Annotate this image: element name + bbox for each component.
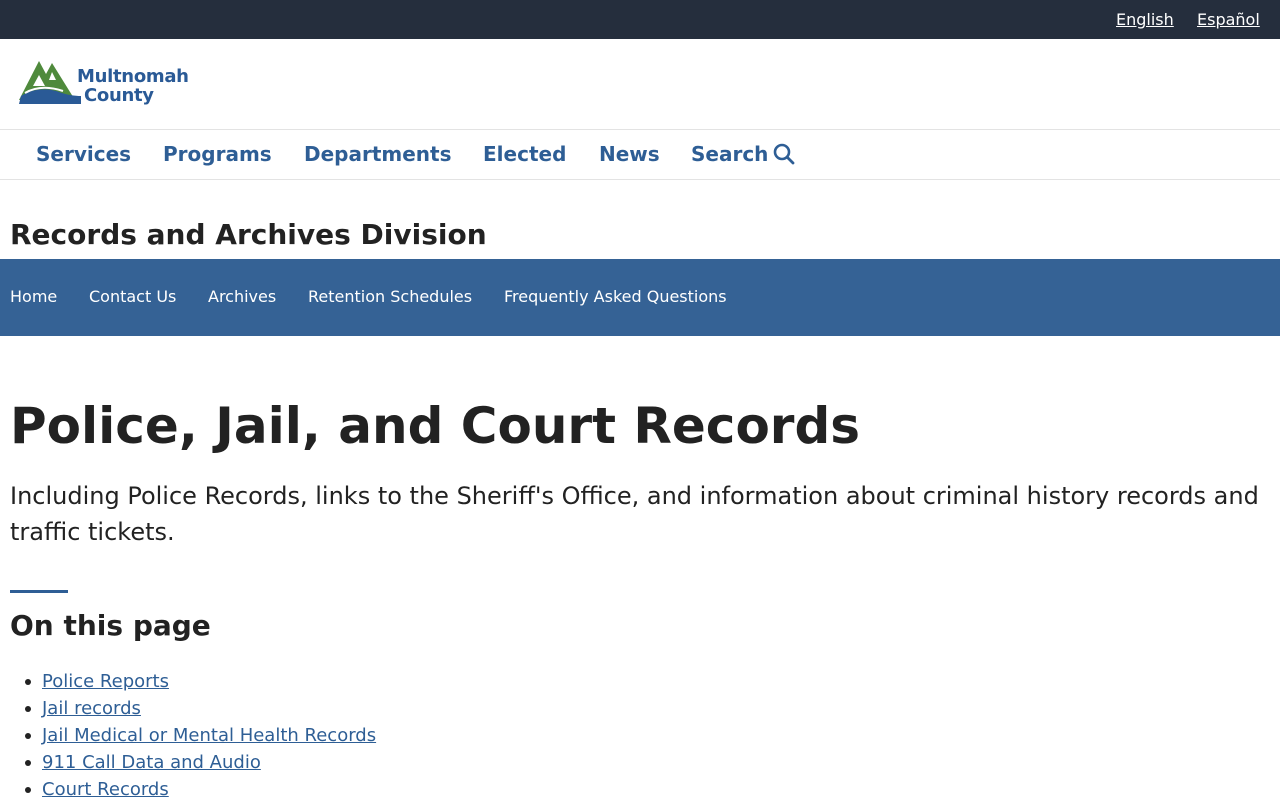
list-item: Jail records bbox=[24, 697, 376, 724]
subnav-contact-us[interactable]: Contact Us bbox=[89, 287, 176, 307]
division-navigation: Home Contact Us Archives Retention Sched… bbox=[0, 259, 1280, 336]
nav-search[interactable]: Search bbox=[691, 142, 768, 166]
county-logo[interactable]: Multnomah County bbox=[19, 58, 189, 110]
toc-link-911-call-data[interactable]: 911 Call Data and Audio bbox=[42, 752, 261, 773]
language-bar: English Español bbox=[0, 0, 1280, 39]
toc-list: Police Reports Jail records Jail Medical… bbox=[24, 670, 376, 800]
nav-departments[interactable]: Departments bbox=[304, 142, 452, 166]
list-item: 911 Call Data and Audio bbox=[24, 751, 376, 778]
nav-elected[interactable]: Elected bbox=[483, 142, 566, 166]
division-title[interactable]: Records and Archives Division bbox=[10, 218, 487, 252]
toc-heading: On this page bbox=[10, 609, 211, 642]
logo-text-line2: County bbox=[84, 85, 154, 106]
english-language-link[interactable]: English bbox=[1116, 10, 1174, 29]
nav-programs[interactable]: Programs bbox=[163, 142, 272, 166]
search-icon[interactable] bbox=[773, 143, 795, 165]
toc-link-court-records[interactable]: Court Records bbox=[42, 779, 169, 800]
toc-link-jail-medical-records[interactable]: Jail Medical or Mental Health Records bbox=[42, 725, 376, 746]
main-navigation: Services Programs Departments Elected Ne… bbox=[0, 130, 1280, 180]
subnav-archives[interactable]: Archives bbox=[208, 287, 276, 307]
toc-link-police-reports[interactable]: Police Reports bbox=[42, 671, 169, 692]
nav-services[interactable]: Services bbox=[36, 142, 131, 166]
subnav-home[interactable]: Home bbox=[10, 287, 57, 307]
page-title: Police, Jail, and Court Records bbox=[10, 397, 860, 455]
spanish-language-link[interactable]: Español bbox=[1197, 10, 1260, 29]
section-divider bbox=[10, 590, 68, 593]
subnav-retention-schedules[interactable]: Retention Schedules bbox=[308, 287, 472, 307]
list-item: Court Records bbox=[24, 778, 376, 800]
logo-text-line1: Multnomah bbox=[77, 66, 189, 87]
list-item: Police Reports bbox=[24, 670, 376, 697]
nav-news[interactable]: News bbox=[599, 142, 660, 166]
page-summary: Including Police Records, links to the S… bbox=[10, 482, 1259, 546]
mountain-river-logo-icon bbox=[19, 61, 81, 104]
site-header: Multnomah County bbox=[0, 39, 1280, 130]
list-item: Jail Medical or Mental Health Records bbox=[24, 724, 376, 751]
toc-link-jail-records[interactable]: Jail records bbox=[42, 698, 141, 719]
subnav-faq[interactable]: Frequently Asked Questions bbox=[504, 287, 727, 307]
